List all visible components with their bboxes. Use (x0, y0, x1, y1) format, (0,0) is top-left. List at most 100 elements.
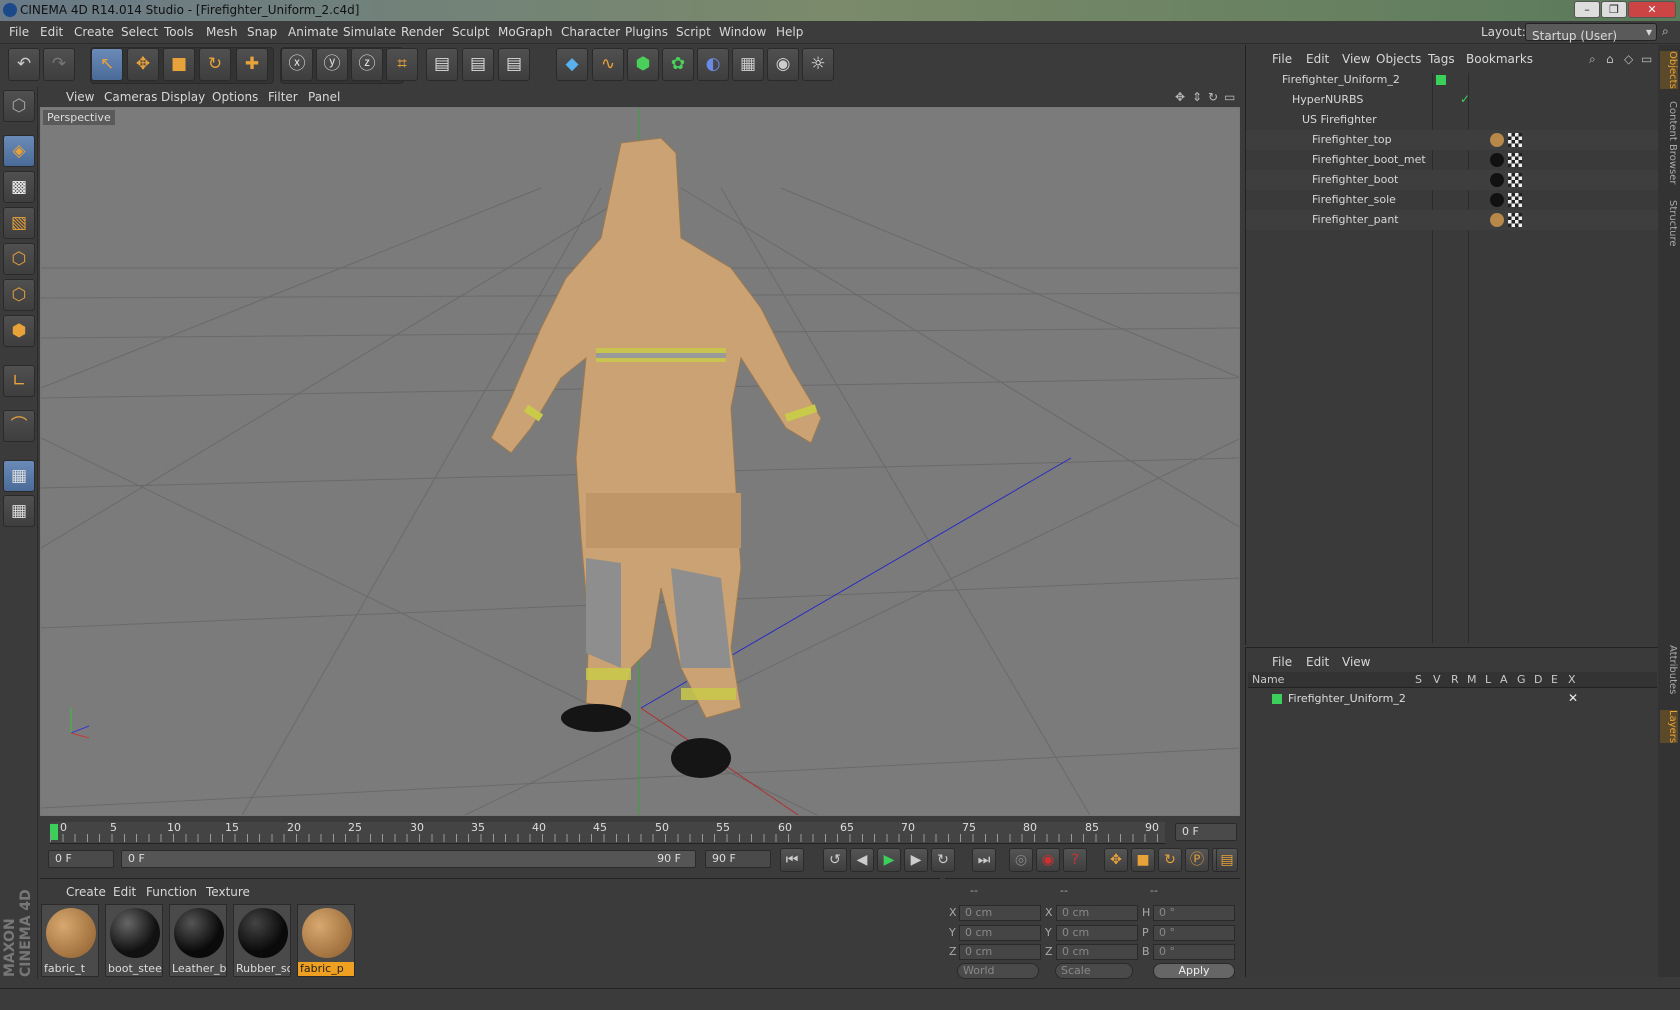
record-keys-icon[interactable]: ◎ (1009, 848, 1033, 872)
uvw-tag-icon[interactable] (1508, 153, 1522, 167)
workplane-icon[interactable]: ▧ (3, 207, 35, 239)
spline-icon[interactable]: ∿ (592, 48, 624, 81)
obj-menu-bookmarks[interactable]: Bookmarks (1466, 52, 1533, 66)
size-y-field[interactable]: 0 cm (1056, 925, 1138, 941)
material-swatch[interactable]: Leather_bo (169, 904, 227, 977)
planar-workplane-icon[interactable]: ▦ (3, 495, 35, 527)
coord-mode-select[interactable]: World (957, 963, 1039, 979)
model-mode-icon[interactable]: ◈ (3, 135, 35, 167)
mat-menu-function[interactable]: Function (146, 885, 197, 899)
material-tag-icon[interactable] (1490, 213, 1504, 227)
obj-menu-file[interactable]: File (1272, 52, 1292, 66)
apply-button[interactable]: Apply (1153, 963, 1235, 979)
render-settings-icon[interactable]: ▤ (498, 48, 530, 81)
zoom-view-icon[interactable]: ⇕ (1192, 90, 1202, 104)
tab-objects[interactable]: Objects (1660, 51, 1678, 89)
key-position-icon[interactable]: ✥ (1104, 848, 1128, 872)
timeline-ruler[interactable]: 0 5 10 15 20 25 30 35 40 45 50 55 60 65 … (40, 818, 1240, 844)
end-frame-field[interactable]: 90 F (705, 850, 771, 868)
layer-menu-edit[interactable]: Edit (1306, 655, 1329, 669)
object-row[interactable]: Firefighter_pant (1246, 210, 1659, 230)
redo-icon[interactable]: ↷ (43, 48, 75, 81)
perspective-viewport[interactable]: Perspective (40, 107, 1240, 816)
frame-range-slider[interactable]: 0 F 90 F (121, 850, 696, 868)
viewport-menu-filter[interactable]: Filter (268, 90, 298, 104)
viewport-menu-options[interactable]: Options (212, 90, 258, 104)
menu-render[interactable]: Render (401, 25, 444, 39)
viewport-menu-display[interactable]: Display (161, 90, 205, 104)
live-select-icon[interactable]: ↖ (91, 48, 123, 81)
menu-sculpt[interactable]: Sculpt (452, 25, 489, 39)
rotation-h-field[interactable]: 0 ° (1153, 905, 1235, 921)
layout-select[interactable]: Startup (User) ▾ (1525, 23, 1657, 43)
menu-help[interactable]: Help (776, 25, 803, 39)
menu-file[interactable]: File (9, 25, 29, 39)
uvw-tag-icon[interactable] (1508, 213, 1522, 227)
object-row[interactable]: HyperNURBS ✓ (1246, 90, 1659, 110)
size-z-field[interactable]: 0 cm (1056, 944, 1138, 960)
menu-snap[interactable]: Snap (247, 25, 277, 39)
play-icon[interactable]: ▶ (877, 848, 901, 872)
menu-window[interactable]: Window (719, 25, 766, 39)
rotate-view-icon[interactable]: ↻ (1208, 90, 1218, 104)
minimize-button[interactable]: – (1574, 1, 1600, 18)
toggle-view-icon[interactable]: ▭ (1224, 90, 1235, 104)
texture-mode-icon[interactable]: ▩ (3, 171, 35, 203)
checkmark-icon[interactable]: ✓ (1460, 92, 1470, 106)
obj-menu-objects[interactable]: Objects (1376, 52, 1421, 66)
ruler[interactable]: 0 5 10 15 20 25 30 35 40 45 50 55 60 65 … (50, 821, 1165, 844)
filter-icon[interactable]: ◇ (1624, 52, 1633, 66)
tab-layers[interactable]: Layers (1660, 710, 1678, 744)
material-tag-icon[interactable] (1490, 153, 1504, 167)
viewport-menu-view[interactable]: View (66, 90, 94, 104)
obj-menu-tags[interactable]: Tags (1428, 52, 1455, 66)
edges-mode-icon[interactable]: ⬡ (3, 279, 35, 311)
workplane-lock-icon[interactable]: ▦ (3, 460, 35, 492)
menu-character[interactable]: Character (561, 25, 620, 39)
position-y-field[interactable]: 0 cm (959, 925, 1041, 941)
key-rotation-icon[interactable]: ↻ (1158, 848, 1182, 872)
x-axis-icon[interactable]: ⓧ (281, 48, 313, 81)
menu-select[interactable]: Select (121, 25, 158, 39)
viewport-menu-cameras[interactable]: Cameras (104, 90, 157, 104)
maximize-button[interactable]: ❐ (1601, 1, 1627, 18)
material-tag-icon[interactable] (1490, 173, 1504, 187)
scale-icon[interactable]: ■ (163, 48, 195, 81)
object-row[interactable]: Firefighter_boot (1246, 170, 1659, 190)
key-param-icon[interactable]: Ⓟ (1185, 848, 1209, 872)
object-row[interactable]: Firefighter_Uniform_2 (1246, 70, 1659, 90)
layer-menu-view[interactable]: View (1342, 655, 1370, 669)
y-axis-icon[interactable]: ⓨ (316, 48, 348, 81)
menu-tools[interactable]: Tools (164, 25, 194, 39)
menu-plugins[interactable]: Plugins (625, 25, 668, 39)
cube-icon[interactable]: ◆ (556, 48, 588, 81)
mat-menu-edit[interactable]: Edit (113, 885, 136, 899)
goto-end-icon[interactable]: ⏭ (972, 848, 996, 872)
object-row[interactable]: Firefighter_top (1246, 130, 1659, 150)
search-icon[interactable]: ⌕ (1589, 52, 1596, 67)
start-frame-field[interactable]: 0 F (48, 850, 114, 868)
position-x-field[interactable]: 0 cm (959, 905, 1041, 921)
render-picture-viewer-icon[interactable]: ▤ (462, 48, 494, 81)
obj-menu-edit[interactable]: Edit (1306, 52, 1329, 66)
uvw-tag-icon[interactable] (1508, 193, 1522, 207)
goto-start-icon[interactable]: ⏮ (780, 848, 804, 872)
camera-icon[interactable]: ◉ (767, 48, 799, 81)
points-mode-icon[interactable]: ⬡ (3, 243, 35, 275)
polygons-mode-icon[interactable]: ⬢ (3, 315, 35, 347)
rotation-b-field[interactable]: 0 ° (1153, 944, 1235, 960)
expand-icon[interactable]: ▭ (1641, 52, 1652, 66)
recent-tools-icon[interactable]: ✚ (236, 48, 268, 81)
coordinate-system-icon[interactable]: ⌗ (386, 48, 418, 81)
deformer-icon[interactable]: ◐ (697, 48, 729, 81)
tab-structure[interactable]: Structure (1660, 200, 1678, 247)
rotate-icon[interactable]: ↻ (199, 48, 231, 81)
tab-content-browser[interactable]: Content Browser (1660, 101, 1678, 184)
menu-create[interactable]: Create (74, 25, 114, 39)
timeline-window-icon[interactable]: ▤ (1216, 848, 1238, 872)
scene-icon[interactable]: ▦ (732, 48, 764, 81)
move-view-icon[interactable]: ✥ (1175, 90, 1185, 104)
autokey-icon[interactable]: ◉ (1036, 848, 1060, 872)
size-x-field[interactable]: 0 cm (1056, 905, 1138, 921)
menu-mesh[interactable]: Mesh (206, 25, 238, 39)
